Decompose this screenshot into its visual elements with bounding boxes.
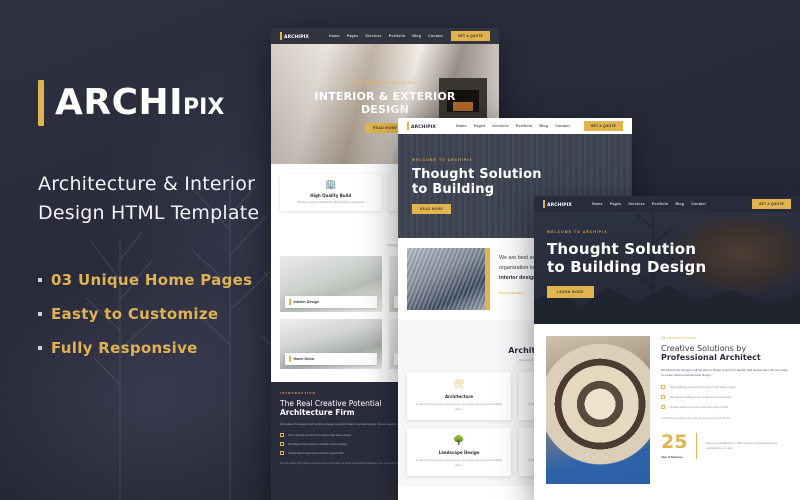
- about-heading-1: Creative Solutions by: [661, 344, 747, 353]
- panel2-logo[interactable]: ARCHIPIX: [407, 122, 436, 130]
- nav-link-services[interactable]: Services: [492, 124, 508, 128]
- service-card[interactable]: 🌳 Landscape Design Architecture Lorem ip…: [407, 428, 511, 476]
- panel2-navbar: ARCHIPIX Home Pages Services Portfolio B…: [398, 118, 632, 134]
- logo-accent-bar: [407, 122, 409, 130]
- panel3-hero-heading-1: Thought Solution: [547, 240, 697, 258]
- landscape-icon: 🌳: [453, 435, 465, 446]
- panel2-hero-heading-2: to Building: [412, 182, 495, 197]
- about-text: We believe the designer will be able to …: [661, 368, 788, 378]
- screenshot-stage: ARCHI PIX Architecture & Interior Design …: [0, 0, 800, 500]
- panel2-hero-heading-1: Thought Solution: [412, 167, 542, 182]
- panel3-hero-heading-2: to Building Design: [547, 258, 707, 276]
- checklist-item: Since starting our launch to deliver hig…: [661, 385, 788, 390]
- get-a-quote-button[interactable]: GET A QUOTE: [583, 121, 623, 131]
- counter-label: Year of Success: [661, 455, 683, 460]
- logo-accent-bar: [38, 80, 44, 126]
- nav-link-contact[interactable]: Contact: [428, 34, 443, 38]
- spiral-staircase-photo: [546, 336, 650, 484]
- nav-link-blog[interactable]: Blog: [539, 124, 548, 128]
- about-checklist: Since starting our launch to deliver hig…: [661, 385, 788, 410]
- panel1-nav-links: Home Pages Services Portfolio Blog Conta…: [329, 34, 443, 38]
- nav-link-services[interactable]: Services: [628, 202, 644, 206]
- feature-item: Fully Responsive: [38, 339, 300, 357]
- get-a-quote-button[interactable]: GET A QUOTE: [751, 199, 791, 209]
- panel1-hero-heading-2: DESIGN: [360, 103, 410, 116]
- checklist-item: Unique latest equipment used the project…: [661, 405, 788, 410]
- nav-link-services[interactable]: Services: [365, 34, 381, 38]
- counter-divider: [696, 433, 698, 460]
- panel3-hero: ARCHIPIX Home Pages Services Portfolio B…: [534, 196, 800, 324]
- nav-link-pages[interactable]: Pages: [610, 202, 622, 206]
- service-card-title: Architecture: [444, 394, 474, 400]
- panel2-nav-links: Home Pages Services Portfolio Blog Conta…: [456, 124, 570, 128]
- nav-link-contact[interactable]: Contact: [691, 202, 706, 206]
- nav-link-home[interactable]: Home: [592, 202, 603, 206]
- checklist-item: We always build supreme & latest concept…: [661, 395, 788, 400]
- feature-item: Easty to Customize: [38, 305, 300, 323]
- panel1-hero-heading-1: INTERIOR & EXTERIOR: [314, 90, 456, 103]
- panel3-navbar: ARCHIPIX Home Pages Services Portfolio B…: [534, 196, 800, 212]
- promo-panel: ARCHI PIX Architecture & Interior Design …: [0, 0, 300, 500]
- nav-link-pages[interactable]: Pages: [347, 34, 359, 38]
- logo-accent-bar: [543, 200, 545, 208]
- nav-link-home[interactable]: Home: [329, 34, 340, 38]
- architecture-icon: 🛠: [453, 379, 465, 390]
- panel1-hero-kicker: WELCOME TO ARCHIPIX: [353, 81, 417, 85]
- nav-link-blog[interactable]: Blog: [675, 202, 684, 206]
- check-icon: [661, 395, 665, 400]
- panel2-logo-text: ARCHIPIX: [411, 125, 436, 130]
- feature-item: 03 Unique Home Pages: [38, 271, 300, 289]
- about-footnote: Architecture exploring art, science, lux…: [661, 417, 731, 421]
- feature-label: Easty to Customize: [51, 304, 219, 323]
- service-card-title: Landscape Design: [438, 450, 480, 456]
- check-icon: [661, 385, 665, 390]
- nav-link-contact[interactable]: Contact: [555, 124, 570, 128]
- service-card[interactable]: 🛠 Architecture Architecture Lorem ipsum …: [407, 372, 511, 421]
- about-heading-2: Professional Architect: [661, 353, 761, 362]
- nav-link-blog[interactable]: Blog: [412, 34, 421, 38]
- nav-link-pages[interactable]: Pages: [474, 124, 486, 128]
- bullet-square-icon: [38, 277, 42, 282]
- service-card-text: Architecture Lorem ipsum dolor sit amet,…: [415, 403, 502, 411]
- feature-label: Fully Responsive: [51, 338, 198, 357]
- feature-label: 03 Unique Home Pages: [51, 270, 253, 289]
- panel1-navbar: ARCHIPIX Home Pages Services Portfolio B…: [271, 28, 499, 44]
- logo-main-text: ARCHI: [55, 82, 184, 123]
- panel2-about-photo: [407, 248, 485, 310]
- promo-tagline: Architecture & Interior Design HTML Temp…: [38, 173, 260, 225]
- counter-number: 25: [661, 431, 688, 454]
- logo-suffix-text: PIX: [183, 95, 225, 120]
- brand-logo: ARCHI PIX: [38, 80, 300, 126]
- panel3-logo-text: ARCHIPIX: [547, 203, 572, 208]
- nav-link-home[interactable]: Home: [456, 124, 467, 128]
- panel3-nav-links: Home Pages Services Portfolio Blog Conta…: [592, 202, 706, 206]
- nav-link-portfolio[interactable]: Portfolio: [652, 202, 669, 206]
- check-icon: [661, 405, 665, 410]
- panel2-hero-kicker: WELCOME TO ARCHIPIX: [412, 158, 473, 162]
- counter-text: Since we established in 1987 experience …: [706, 441, 778, 451]
- panel2-hero-button[interactable]: READ MORE: [412, 204, 452, 214]
- panel3-hero-button[interactable]: LEARN MORE: [547, 286, 594, 298]
- service-card-text: Architecture Lorem ipsum dolor sit amet,…: [415, 459, 502, 467]
- experience-counter: 25 Year of Success Since we established …: [661, 431, 788, 460]
- panel3-logo[interactable]: ARCHIPIX: [543, 200, 572, 208]
- promo-feature-list: 03 Unique Home Pages Easty to Customize …: [38, 271, 300, 357]
- panel3-hero-kicker: WELCOME TO ARCHIPIX: [547, 230, 608, 234]
- panel3-about-text: INTRODUCTION Creative Solutions by Profe…: [661, 336, 788, 484]
- panel3-about-section: INTRODUCTION Creative Solutions by Profe…: [534, 324, 800, 496]
- bullet-square-icon: [38, 345, 42, 350]
- counter-block: 25 Year of Success: [661, 431, 688, 460]
- nav-link-portfolio[interactable]: Portfolio: [389, 34, 406, 38]
- panel3-hero-content: WELCOME TO ARCHIPIX Thought Solution to …: [534, 196, 800, 324]
- logo-wordmark: ARCHI PIX: [55, 85, 224, 121]
- bullet-square-icon: [38, 311, 42, 316]
- template-preview-panel-3[interactable]: ARCHIPIX Home Pages Services Portfolio B…: [534, 196, 800, 500]
- nav-link-portfolio[interactable]: Portfolio: [516, 124, 533, 128]
- get-a-quote-button[interactable]: GET A QUOTE: [450, 31, 490, 41]
- about-kicker: INTRODUCTION: [661, 336, 697, 340]
